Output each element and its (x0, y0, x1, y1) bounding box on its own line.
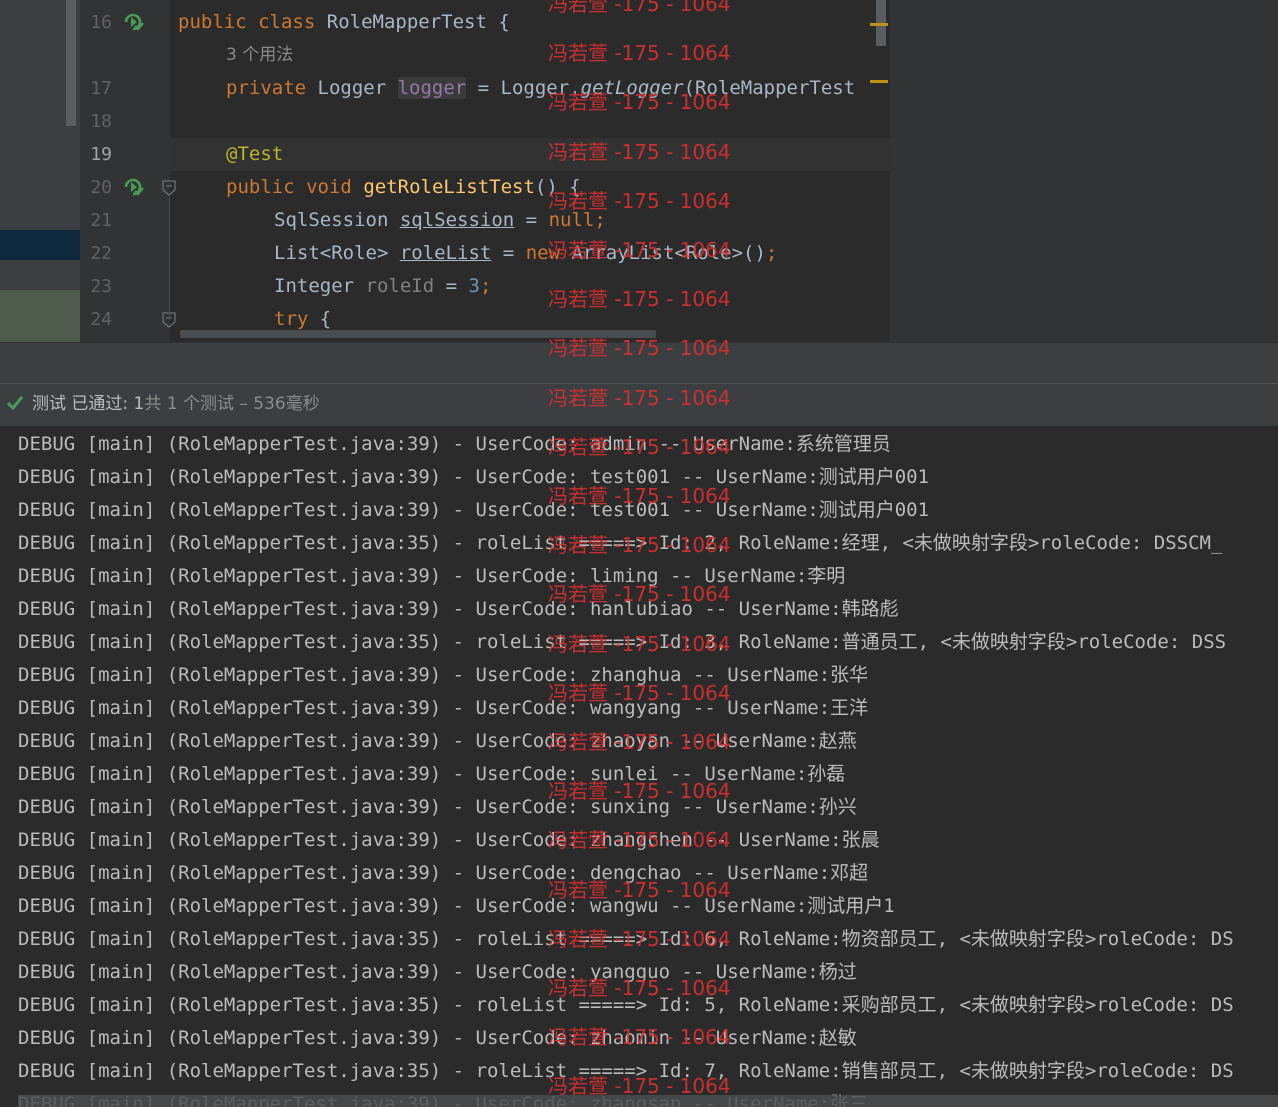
console-line: DEBUG [main] (RoleMapperTest.java:39) - … (18, 1027, 857, 1049)
check-icon (6, 396, 24, 411)
code-line: Integer roleId = 3; (274, 275, 492, 297)
code-line: public class RoleMapperTest { (178, 11, 510, 33)
code-editor[interactable]: 16 17 18 19 20 21 22 23 24 public class … (0, 0, 1278, 342)
project-panel-scrollbar[interactable] (66, 0, 76, 126)
console-line: DEBUG [main] (RoleMapperTest.java:35) - … (18, 994, 1234, 1016)
code-line: private Logger logger = Logger.getLogger… (226, 77, 856, 99)
console-line: DEBUG [main] (RoleMapperTest.java:39) - … (18, 499, 930, 521)
code-line: SqlSession sqlSession = null; (274, 209, 606, 231)
code-line: List<Role> roleList = new ArrayList<Role… (274, 242, 778, 264)
code-line: public void getRoleListTest() { (226, 176, 581, 198)
usage-hint[interactable]: 3 个用法 (226, 39, 293, 72)
console-line: DEBUG [main] (RoleMapperTest.java:39) - … (18, 862, 869, 884)
console-line: DEBUG [main] (RoleMapperTest.java:39) - … (18, 664, 869, 686)
console-line: DEBUG [main] (RoleMapperTest.java:39) - … (18, 829, 880, 851)
test-passed-label: 测试 已通过: 1 (32, 394, 145, 414)
line-number: 18 (90, 111, 112, 132)
console-line: DEBUG [main] (RoleMapperTest.java:39) - … (18, 697, 869, 719)
console-horizontal-scrollbar[interactable] (18, 1095, 1278, 1107)
project-highlight-row[interactable] (0, 290, 80, 342)
line-number: 23 (90, 276, 112, 297)
console-line: DEBUG [main] (RoleMapperTest.java:39) - … (18, 796, 857, 818)
test-detail-label: 共 1 个测试 – 536毫秒 (144, 394, 320, 414)
console-line: DEBUG [main] (RoleMapperTest.java:39) - … (18, 763, 846, 785)
line-number: 24 (90, 309, 112, 330)
console-line: DEBUG [main] (RoleMapperTest.java:35) - … (18, 928, 1234, 950)
console-line: DEBUG [main] (RoleMapperTest.java:35) - … (18, 631, 1227, 653)
project-selected-row[interactable] (0, 230, 80, 260)
line-number: 17 (90, 78, 112, 99)
console-line: DEBUG [main] (RoleMapperTest.java:39) - … (18, 598, 899, 620)
line-number: 16 (90, 12, 112, 33)
run-toolwindow-header (0, 342, 1278, 383)
console-line: DEBUG [main] (RoleMapperTest.java:35) - … (18, 532, 1223, 554)
line-number: 21 (90, 210, 112, 231)
console-line: DEBUG [main] (RoleMapperTest.java:39) - … (18, 730, 857, 752)
console-line: DEBUG [main] (RoleMapperTest.java:39) - … (18, 961, 857, 983)
line-number: 19 (90, 144, 112, 165)
console-output[interactable]: DEBUG [main] (RoleMapperTest.java:39) - … (0, 426, 1278, 1107)
code-area[interactable]: public class RoleMapperTest { 3 个用法 priv… (170, 0, 890, 342)
editor-right-area (890, 0, 1278, 342)
warning-marker[interactable] (870, 80, 888, 83)
line-number: 22 (90, 243, 112, 264)
editor-horizontal-scrollbar[interactable] (180, 330, 656, 338)
code-line: @Test (226, 143, 284, 165)
console-line: DEBUG [main] (RoleMapperTest.java:39) - … (18, 565, 846, 587)
test-status-text: 测试 已通过: 1共 1 个测试 – 536毫秒 (32, 392, 320, 416)
warning-marker[interactable] (870, 23, 888, 26)
project-panel-edge (0, 0, 80, 342)
line-number: 20 (90, 177, 112, 198)
console-line: DEBUG [main] (RoleMapperTest.java:39) - … (18, 433, 891, 455)
console-line: DEBUG [main] (RoleMapperTest.java:39) - … (18, 466, 930, 488)
run-test-icon[interactable] (122, 176, 144, 198)
run-test-icon[interactable] (122, 11, 144, 33)
console-line: DEBUG [main] (RoleMapperTest.java:39) - … (18, 895, 895, 917)
console-line: DEBUG [main] (RoleMapperTest.java:35) - … (18, 1060, 1234, 1082)
